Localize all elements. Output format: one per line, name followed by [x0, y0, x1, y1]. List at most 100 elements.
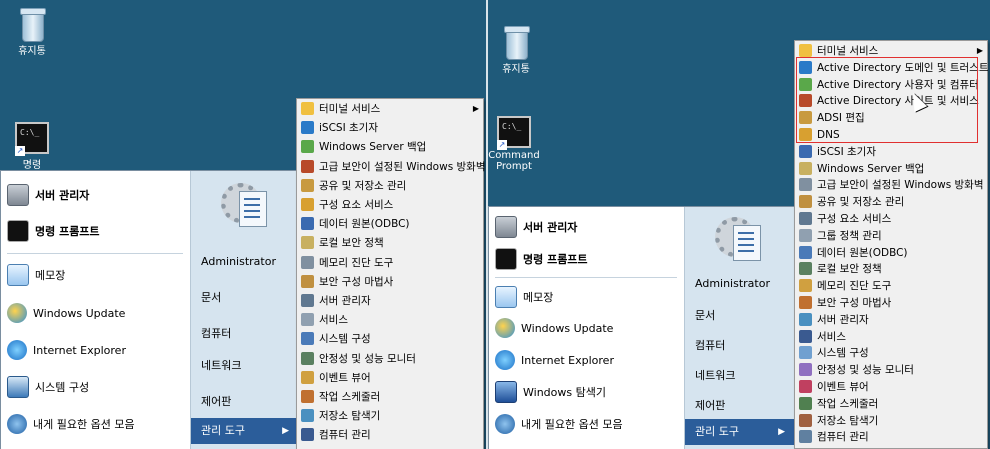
command-prompt-label: 명령 — [22, 160, 42, 171]
admin-tools-item[interactable]: 안정성 및 성능 모니터 — [297, 350, 483, 367]
admin-tools-item[interactable]: 데이터 원본(ODBC) — [795, 244, 987, 261]
command-prompt-desktop-icon[interactable]: ↗ 명령 — [0, 122, 64, 171]
command-prompt-label-line1: Command — [488, 150, 540, 161]
computer-link[interactable]: 컴퓨터 — [695, 337, 725, 353]
admin-tools-item[interactable]: Windows Server 백업 — [795, 160, 987, 177]
admin-tools-item[interactable]: 서비스 — [795, 328, 987, 345]
network-link[interactable]: 네트워크 — [695, 367, 735, 383]
admin-tools-item[interactable]: 서버 관리자 — [297, 292, 483, 309]
admin-tools-item[interactable]: 서버 관리자 — [795, 311, 987, 328]
admin-tools-item[interactable]: 시스템 구성 — [795, 344, 987, 361]
admin-tools-item[interactable]: 보안 구성 마법사 — [297, 273, 483, 290]
recent-windows-update[interactable]: Windows Update — [495, 314, 613, 342]
admin-tools-item-label: 안정성 및 성능 모니터 — [817, 364, 914, 377]
recent-notepad[interactable]: 메모장 — [495, 283, 553, 311]
recent-internet-explorer[interactable]: Internet Explorer — [495, 346, 614, 374]
pinned-server-manager[interactable]: 서버 관리자 — [495, 213, 577, 241]
admin-tools-item[interactable]: 이벤트 뷰어 — [297, 369, 483, 386]
recent-notepad[interactable]: 메모장 — [7, 261, 65, 289]
recent-internet-explorer[interactable]: Internet Explorer — [7, 336, 126, 364]
admin-tools-link[interactable]: 관리 도구 ▶ — [191, 418, 299, 444]
documents-link[interactable]: 문서 — [201, 289, 221, 305]
admin-tools-item-label: 안정성 및 성능 모니터 — [319, 352, 416, 365]
admin-tools-item[interactable]: 메모리 진단 도구 — [795, 277, 987, 294]
admin-tools-item[interactable]: 공유 및 저장소 관리 — [795, 193, 987, 210]
admin-tools-item[interactable]: 그룹 정책 관리 — [795, 227, 987, 244]
notepad-icon — [7, 264, 29, 286]
admin-tools-label: 관리 도구 — [695, 425, 739, 438]
network-link[interactable]: 네트워크 — [201, 357, 241, 373]
admin-tools-item-label: 로컬 보안 정책 — [817, 263, 882, 276]
admin-tool-icon — [301, 332, 314, 346]
admin-tools-item[interactable]: 컴퓨터 관리 — [297, 426, 483, 443]
ease-of-access-icon — [7, 414, 27, 434]
admin-tools-item-label: 고급 보안이 설정된 Windows 방화벽 — [319, 160, 486, 173]
admin-tools-item-label: 이벤트 뷰어 — [817, 381, 869, 393]
admin-tools-item[interactable]: 고급 보안이 설정된 Windows 방화벽 — [795, 176, 987, 193]
admin-tool-icon — [301, 159, 314, 173]
admin-tools-item[interactable]: 고급 보안이 설정된 Windows 방화벽 — [297, 158, 486, 175]
admin-tool-icon — [799, 195, 812, 209]
admin-tools-item[interactable]: iSCSI 초기자 — [297, 119, 483, 136]
admin-tools-item[interactable]: 공유 및 저장소 관리 — [297, 177, 483, 194]
recent-ease-of-access[interactable]: 내게 필요한 옵션 모음 — [7, 410, 135, 438]
recent-windows-update[interactable]: Windows Update — [7, 299, 125, 327]
admin-tools-item-label: 터미널 서비스 — [817, 45, 879, 57]
admin-tools-item[interactable]: 시스템 구성 — [297, 330, 483, 347]
submenu-arrow-icon: ▶ — [976, 46, 983, 55]
admin-tool-icon — [799, 380, 812, 393]
admin-tools-item[interactable]: 구성 요소 서비스 — [795, 210, 987, 227]
admin-tool-icon — [799, 178, 812, 192]
admin-tools-item[interactable]: 구성 요소 서비스 — [297, 196, 483, 213]
admin-tools-item[interactable]: 작업 스케줄러 — [297, 388, 483, 405]
ease-of-access-icon — [495, 414, 515, 434]
admin-tools-item[interactable]: 터미널 서비스 ▶ — [297, 100, 483, 117]
user-name-link[interactable]: Administrator — [695, 277, 770, 290]
admin-tool-icon — [301, 140, 314, 154]
pinned-command-prompt[interactable]: 명령 프롬프트 — [7, 217, 100, 245]
control-panel-link[interactable]: 제어판 — [201, 393, 231, 409]
recycle-bin-desktop-icon[interactable]: 휴지통 — [488, 26, 548, 75]
admin-tools-item[interactable]: 안정성 및 성능 모니터 — [795, 361, 987, 378]
system-config-icon — [7, 376, 29, 398]
admin-tools-item[interactable]: 저장소 탐색기 — [297, 407, 483, 424]
folder-icon — [301, 102, 314, 115]
admin-tools-item[interactable]: iSCSI 초기자 — [795, 143, 987, 160]
admin-tool-icon — [799, 161, 812, 175]
pinned-server-manager[interactable]: 서버 관리자 — [7, 181, 89, 209]
recycle-bin-desktop-icon[interactable]: 휴지통 — [0, 8, 64, 57]
admin-tool-icon — [799, 144, 812, 158]
admin-tool-icon — [301, 198, 314, 211]
admin-tools-item-label: 그룹 정책 관리 — [817, 229, 882, 242]
admin-tool-icon — [799, 296, 812, 309]
submenu-arrow-icon: ▶ — [282, 426, 289, 436]
admin-tools-item[interactable]: 이벤트 뷰어 — [795, 378, 987, 395]
admin-tools-item[interactable]: Windows Server 백업 — [297, 138, 483, 155]
pinned-command-prompt[interactable]: 명령 프롬프트 — [495, 245, 588, 273]
recent-ease-of-access[interactable]: 내게 필요한 옵션 모음 — [495, 410, 623, 438]
admin-tools-item[interactable]: 작업 스케줄러 — [795, 395, 987, 412]
admin-tool-icon — [301, 390, 314, 403]
user-name-link[interactable]: Administrator — [201, 255, 276, 268]
admin-tool-icon — [301, 370, 314, 384]
admin-tools-item-label: 컴퓨터 관리 — [817, 431, 869, 444]
admin-tools-item-label: iSCSI 초기자 — [817, 145, 876, 158]
admin-tool-icon — [301, 121, 314, 135]
windows-update-icon — [7, 303, 27, 323]
documents-link[interactable]: 문서 — [695, 307, 715, 323]
admin-tools-item[interactable]: 로컬 보안 정책 — [795, 260, 987, 277]
admin-tools-item[interactable]: 저장소 탐색기 — [795, 412, 987, 429]
admin-tools-item[interactable]: 로컬 보안 정책 — [297, 234, 483, 251]
admin-tools-item[interactable]: 메모리 진단 도구 — [297, 254, 483, 271]
control-panel-link[interactable]: 제어판 — [695, 397, 725, 413]
recent-system-config[interactable]: 시스템 구성 — [7, 373, 89, 401]
recent-windows-explorer[interactable]: Windows 탐색기 — [495, 378, 606, 406]
admin-tools-item-label: 구성 요소 서비스 — [817, 213, 892, 225]
admin-tools-item[interactable]: 서비스 — [297, 311, 483, 328]
computer-link[interactable]: 컴퓨터 — [201, 325, 231, 341]
admin-tools-item[interactable]: 보안 구성 마법사 — [795, 294, 987, 311]
admin-tools-link[interactable]: 관리 도구 ▶ — [685, 419, 795, 445]
command-prompt-desktop-icon[interactable]: ↗ Command Prompt — [488, 116, 546, 172]
admin-tools-item[interactable]: 데이터 원본(ODBC) — [297, 215, 483, 232]
admin-tools-item[interactable]: 컴퓨터 관리 — [795, 428, 987, 445]
